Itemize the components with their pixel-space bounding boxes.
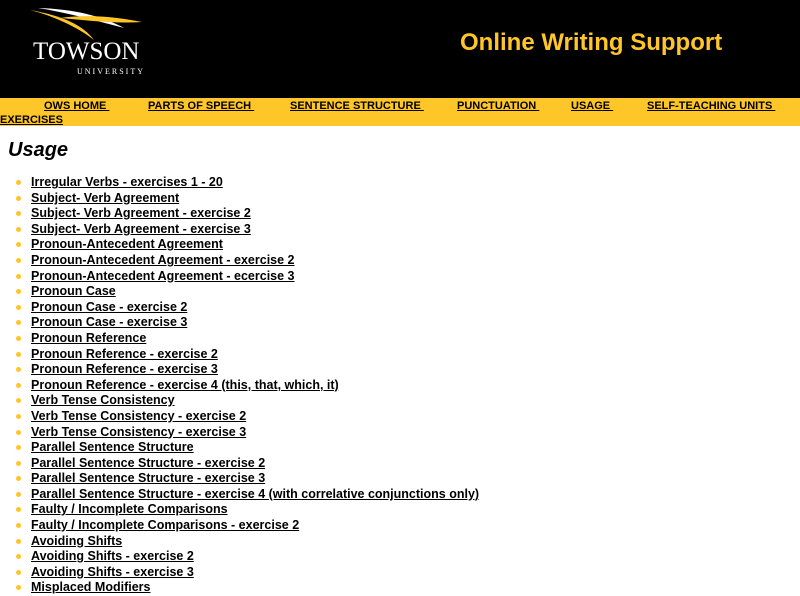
list-item: Parallel Sentence Structure — [0, 439, 479, 455]
site-header: TOWSON UNIVERSITY Online Writing Support — [0, 0, 800, 98]
list-item: Parallel Sentence Structure - exercise 3 — [0, 470, 479, 486]
list-item: Irregular Verbs - exercises 1 - 20 — [0, 174, 479, 190]
nav-exercises[interactable]: EXERCISES — [0, 114, 63, 126]
list-item: Pronoun-Antecedent Agreement - ecercise … — [0, 268, 479, 284]
usage-link[interactable]: Parallel Sentence Structure — [31, 440, 194, 454]
bullet-icon — [16, 413, 21, 419]
bullet-icon — [16, 211, 21, 217]
list-item: Pronoun Reference - exercise 2 — [0, 346, 479, 362]
list-item: Pronoun Case - exercise 2 — [0, 299, 479, 315]
list-item: Pronoun Reference - exercise 4 (this, th… — [0, 377, 479, 393]
usage-link[interactable]: Pronoun-Antecedent Agreement - ecercise … — [31, 269, 295, 283]
bullet-icon — [16, 382, 21, 388]
usage-link[interactable]: Pronoun Reference - exercise 4 (this, th… — [31, 378, 339, 392]
usage-link[interactable]: Irregular Verbs - exercises 1 - 20 — [31, 175, 223, 189]
usage-link[interactable]: Pronoun Case - exercise 2 — [31, 300, 187, 314]
usage-link[interactable]: Parallel Sentence Structure - exercise 3 — [31, 471, 265, 485]
bullet-icon — [16, 445, 21, 451]
bullet-icon — [16, 289, 21, 295]
bullet-icon — [16, 491, 21, 497]
usage-link[interactable]: Faulty / Incomplete Comparisons - exerci… — [31, 518, 299, 532]
list-item: Pronoun Reference — [0, 330, 479, 346]
bullet-icon — [16, 554, 21, 560]
list-item: Avoiding Shifts — [0, 533, 479, 549]
bullet-icon — [16, 226, 21, 232]
usage-link-list: Irregular Verbs - exercises 1 - 20 Subjec… — [0, 174, 479, 595]
list-item: Pronoun Reference - exercise 3 — [0, 361, 479, 377]
list-item: Pronoun Case — [0, 283, 479, 299]
usage-link[interactable]: Subject- Verb Agreement - exercise 3 — [31, 222, 251, 236]
usage-link[interactable]: Avoiding Shifts - exercise 2 — [31, 549, 194, 563]
usage-link[interactable]: Parallel Sentence Structure - exercise 4… — [31, 487, 479, 501]
usage-link[interactable]: Pronoun Reference — [31, 331, 146, 345]
list-item: Misplaced Modifiers — [0, 579, 479, 595]
bullet-icon — [16, 257, 21, 263]
page-title: Usage — [8, 139, 69, 161]
list-item: Pronoun Case - exercise 3 — [0, 314, 479, 330]
bullet-icon — [16, 523, 21, 529]
nav-usage[interactable]: USAGE — [571, 100, 613, 112]
usage-link[interactable]: Subject- Verb Agreement - exercise 2 — [31, 206, 251, 220]
bullet-icon — [16, 351, 21, 357]
usage-link[interactable]: Pronoun-Antecedent Agreement — [31, 237, 223, 251]
nav-self-teaching-units[interactable]: SELF-TEACHING UNITS — [647, 100, 775, 112]
bullet-icon — [16, 476, 21, 482]
list-item: Subject- Verb Agreement - exercise 3 — [0, 221, 479, 237]
list-item: Parallel Sentence Structure - exercise 2 — [0, 455, 479, 471]
usage-link[interactable]: Misplaced Modifiers — [31, 580, 150, 594]
logo-subtitle: UNIVERSITY — [77, 67, 145, 76]
bullet-icon — [16, 195, 21, 201]
usage-link[interactable]: Subject- Verb Agreement — [31, 191, 179, 205]
list-item: Subject- Verb Agreement - exercise 2 — [0, 205, 479, 221]
usage-link[interactable]: Verb Tense Consistency - exercise 3 — [31, 425, 246, 439]
usage-link[interactable]: Verb Tense Consistency — [31, 393, 175, 407]
usage-link[interactable]: Faulty / Incomplete Comparisons — [31, 502, 228, 516]
list-item: Verb Tense Consistency - exercise 2 — [0, 408, 479, 424]
usage-link[interactable]: Verb Tense Consistency - exercise 2 — [31, 409, 246, 423]
logo-wordmark: TOWSON — [33, 38, 140, 65]
bullet-icon — [16, 398, 21, 404]
towson-logo[interactable]: TOWSON UNIVERSITY — [24, 6, 154, 82]
site-title: Online Writing Support — [460, 29, 723, 56]
bullet-icon — [16, 429, 21, 435]
list-item: Parallel Sentence Structure - exercise 4… — [0, 486, 479, 502]
bullet-icon — [16, 538, 21, 544]
list-item: Pronoun-Antecedent Agreement — [0, 236, 479, 252]
bullet-icon — [16, 180, 21, 185]
list-item: Avoiding Shifts - exercise 2 — [0, 548, 479, 564]
usage-link[interactable]: Pronoun Case - exercise 3 — [31, 315, 187, 329]
list-item: Verb Tense Consistency - exercise 3 — [0, 424, 479, 440]
usage-link[interactable]: Pronoun Reference - exercise 3 — [31, 362, 218, 376]
nav-parts-of-speech[interactable]: PARTS OF SPEECH — [148, 100, 254, 112]
list-item: Faulty / Incomplete Comparisons - exerci… — [0, 517, 479, 533]
top-nav: OWS HOME PARTS OF SPEECH SENTENCE STRUCT… — [0, 98, 800, 126]
usage-link[interactable]: Avoiding Shifts - exercise 3 — [31, 565, 194, 579]
usage-link[interactable]: Avoiding Shifts — [31, 534, 122, 548]
list-item: Pronoun-Antecedent Agreement - exercise … — [0, 252, 479, 268]
bullet-icon — [16, 460, 21, 466]
usage-link[interactable]: Pronoun Reference - exercise 2 — [31, 347, 218, 361]
nav-sentence-structure[interactable]: SENTENCE STRUCTURE — [290, 100, 424, 112]
list-item: Avoiding Shifts - exercise 3 — [0, 564, 479, 580]
bullet-icon — [16, 320, 21, 326]
list-item: Faulty / Incomplete Comparisons — [0, 501, 479, 517]
bullet-icon — [16, 335, 21, 341]
bullet-icon — [16, 569, 21, 575]
usage-link[interactable]: Parallel Sentence Structure - exercise 2 — [31, 456, 265, 470]
nav-ows-home[interactable]: OWS HOME — [44, 100, 109, 112]
bullet-icon — [16, 367, 21, 373]
list-item: Verb Tense Consistency — [0, 392, 479, 408]
bullet-icon — [16, 507, 21, 513]
list-item: Subject- Verb Agreement — [0, 190, 479, 206]
bullet-icon — [16, 273, 21, 279]
nav-punctuation[interactable]: PUNCTUATION — [457, 100, 539, 112]
usage-link[interactable]: Pronoun Case — [31, 284, 116, 298]
bullet-icon — [16, 304, 21, 310]
usage-link[interactable]: Pronoun-Antecedent Agreement - exercise … — [31, 253, 295, 267]
bullet-icon — [16, 242, 21, 248]
